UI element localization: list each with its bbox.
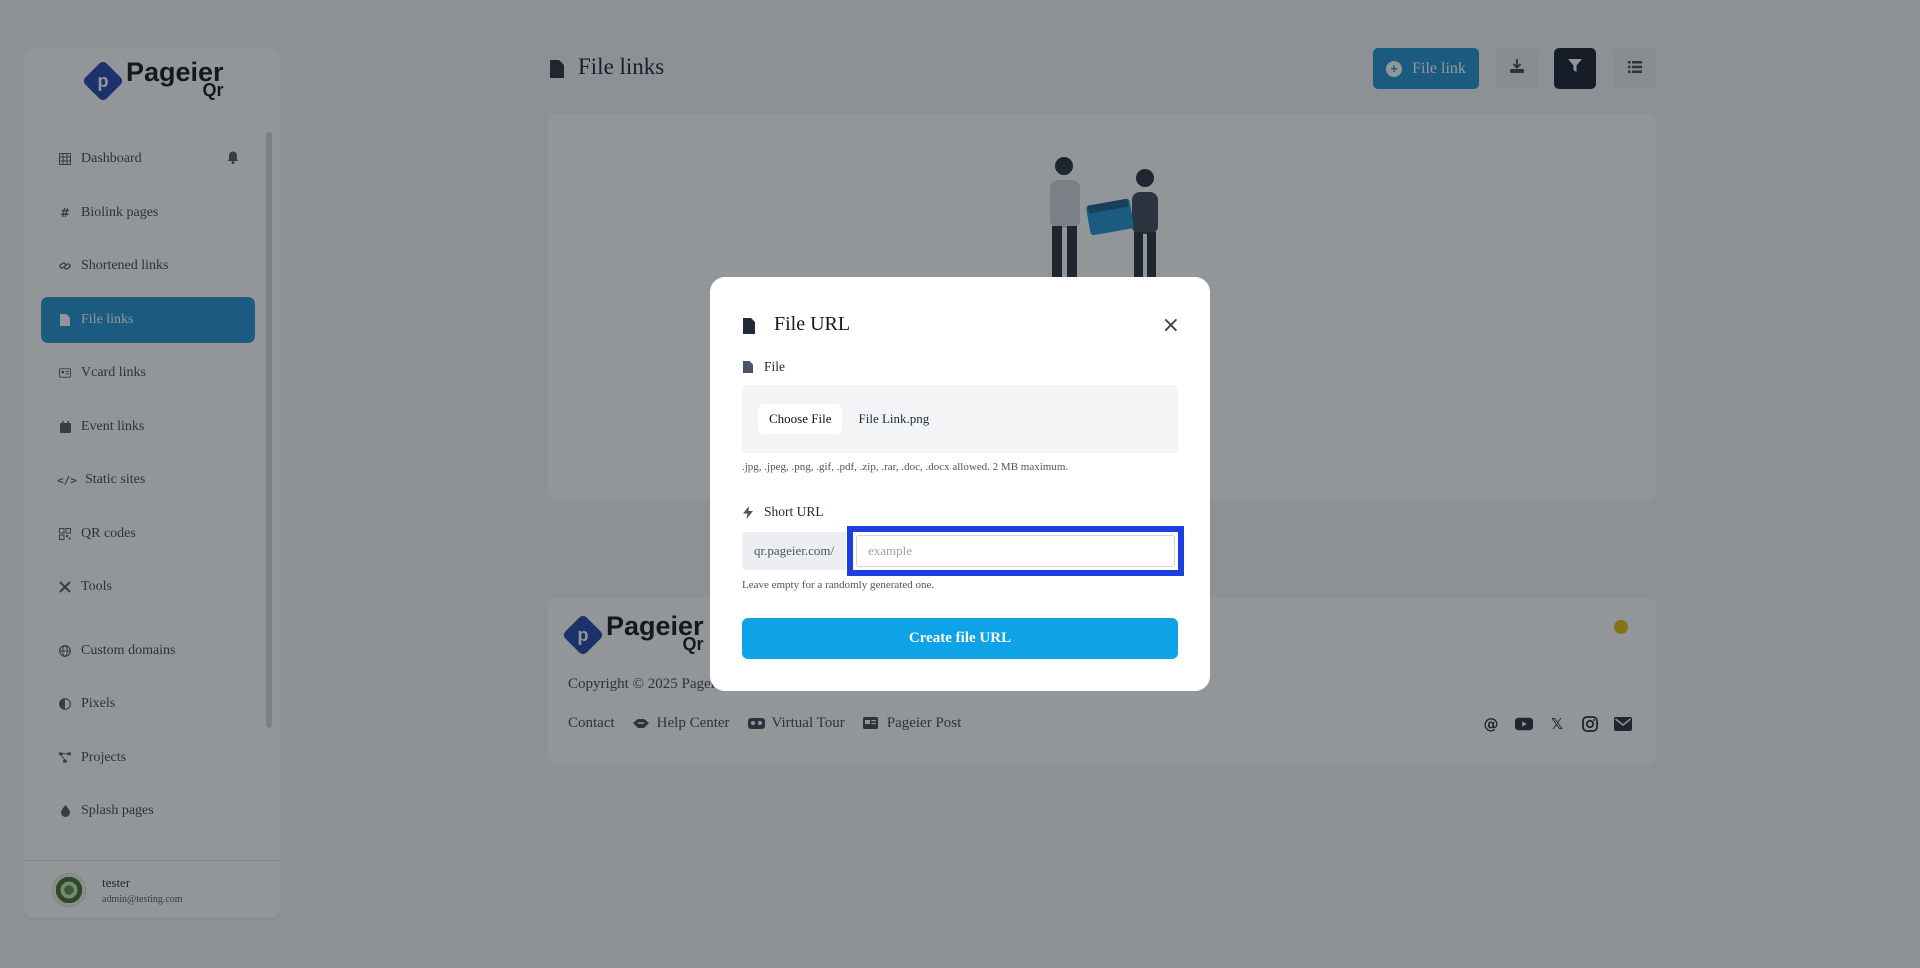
url-prefix: qr.pageier.com/	[742, 532, 846, 570]
short-url-label: Short URL	[743, 504, 824, 520]
file-input[interactable]: Choose File File Link.png	[742, 385, 1178, 453]
focus-highlight	[847, 526, 1184, 576]
file-icon	[743, 317, 755, 334]
modal-title: File URL	[743, 313, 850, 336]
file-help-text: .jpg, .jpeg, .png, .gif, .pdf, .zip, .ra…	[742, 461, 1069, 473]
create-file-url-button[interactable]: Create file URL	[742, 618, 1178, 659]
file-url-modal: File URL × File Choose File File Link.pn…	[710, 277, 1210, 691]
selected-file-name: File Link.png	[858, 411, 930, 426]
close-icon[interactable]: ×	[1162, 315, 1180, 337]
short-url-input[interactable]	[856, 535, 1175, 567]
file-label: File	[743, 359, 785, 375]
bolt-icon	[743, 506, 753, 519]
choose-file-button[interactable]: Choose File	[758, 404, 843, 434]
file-icon	[743, 361, 753, 373]
short-url-help-text: Leave empty for a randomly generated one…	[742, 579, 935, 591]
